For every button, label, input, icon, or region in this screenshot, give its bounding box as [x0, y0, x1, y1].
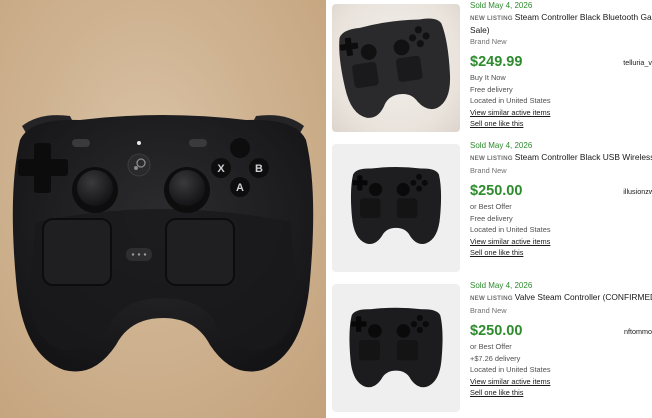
sold-price: $250.00: [470, 183, 523, 199]
listing-title-text[interactable]: Valve Steam Controller (CONFIRMED: [515, 292, 652, 302]
sell-one-like-this-link[interactable]: Sell one like this: [470, 387, 652, 399]
a-button-label: A: [236, 182, 244, 194]
sold-price: $249.99: [470, 54, 523, 70]
listing-title-continued[interactable]: Sale): [470, 25, 652, 36]
purchase-format: or Best Offer: [470, 342, 512, 351]
view-similar-link[interactable]: View similar active items: [470, 376, 652, 388]
shipping-info: +$7.26 delivery: [470, 353, 521, 363]
seller-name[interactable]: illusionzwrld: [623, 187, 652, 196]
sold-date: Sold May 4, 2026: [470, 141, 533, 150]
controller-thumbnail-icon: [339, 18, 451, 118]
sold-date: Sold May 4, 2026: [470, 1, 533, 10]
list-item[interactable]: Sold May 4, 2026 NEW LISTING Steam Contro…: [326, 0, 652, 135]
listing-title-text[interactable]: Steam Controller Black Bluetooth Ga: [515, 12, 652, 22]
view-similar-link[interactable]: View similar active items: [470, 236, 652, 248]
shipping-info: Free delivery: [470, 84, 513, 94]
new-listing-badge: NEW LISTING: [470, 295, 513, 302]
list-item[interactable]: Sold May 4, 2026 NEW LISTING Valve Steam …: [326, 280, 652, 415]
sold-listings-list: Sold May 4, 2026 NEW LISTING Steam Contro…: [326, 0, 652, 418]
listing-thumbnail[interactable]: [332, 144, 460, 272]
sold-price: $250.00: [470, 323, 523, 339]
purchase-format: Buy It Now: [470, 73, 506, 82]
listing-title[interactable]: NEW LISTING Valve Steam Controller (CONFI…: [470, 291, 652, 305]
view-similar-link[interactable]: View similar active items: [470, 107, 652, 119]
item-condition: Brand New: [470, 37, 507, 46]
listing-thumbnail[interactable]: [332, 284, 460, 412]
item-location: Located in United States: [470, 225, 551, 235]
sell-one-like-this-link[interactable]: Sell one like this: [470, 247, 652, 259]
controller-illustration: X B A: [12, 115, 314, 372]
b-button-label: B: [255, 163, 263, 175]
listing-thumbnail[interactable]: [332, 4, 460, 132]
listing-title[interactable]: NEW LISTING Steam Controller Black Blueto…: [470, 11, 652, 25]
controller-thumbnail-icon: [350, 167, 442, 244]
item-location: Located in United States: [470, 96, 551, 106]
hero-product-photo: X B A: [0, 0, 326, 418]
sold-date: Sold May 4, 2026: [470, 281, 533, 290]
listing-title-text[interactable]: Steam Controller Black USB Wireless: [515, 152, 652, 162]
purchase-format: or Best Offer: [470, 202, 512, 211]
shipping-info: Free delivery: [470, 213, 513, 223]
item-location: Located in United States: [470, 365, 551, 375]
new-listing-badge: NEW LISTING: [470, 155, 513, 162]
item-condition: Brand New: [470, 306, 507, 315]
seller-name[interactable]: nftommo 10: [624, 327, 652, 336]
x-button-label: X: [217, 163, 225, 175]
seller-name[interactable]: telluria_v 10: [623, 58, 652, 67]
new-listing-badge: NEW LISTING: [470, 15, 513, 22]
sell-one-like-this-link[interactable]: Sell one like this: [470, 118, 652, 130]
controller-thumbnail-icon: [349, 307, 443, 388]
item-condition: Brand New: [470, 166, 507, 175]
list-item[interactable]: Sold May 4, 2026 NEW LISTING Steam Contro…: [326, 140, 652, 275]
listing-title[interactable]: NEW LISTING Steam Controller Black USB Wi…: [470, 151, 652, 165]
